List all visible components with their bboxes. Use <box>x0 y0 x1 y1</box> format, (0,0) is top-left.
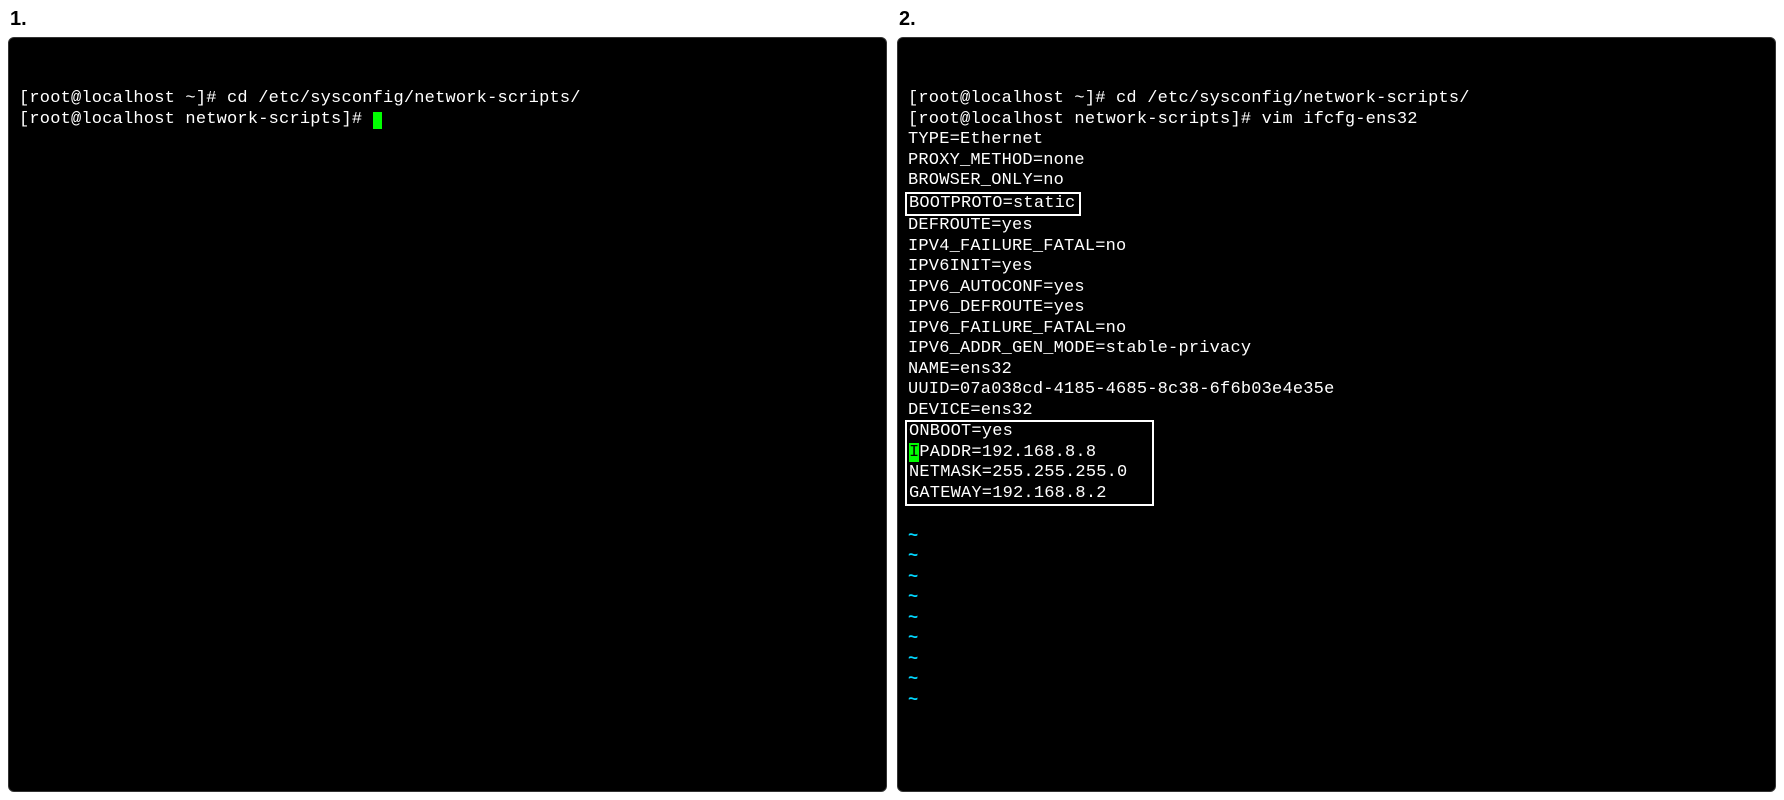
vim-empty-line: ~ <box>908 547 1765 568</box>
panel-2: 2. [root@localhost ~]# cd /etc/sysconfig… <box>897 8 1776 792</box>
terminal-2[interactable]: [root@localhost ~]# cd /etc/sysconfig/ne… <box>897 37 1776 792</box>
config-ipaddr-rest: PADDR=192.168.8.8 <box>919 443 1148 462</box>
config-ipv6-defroute: IPV6_DEFROUTE=yes <box>908 298 1765 319</box>
config-ipv6init: IPV6INIT=yes <box>908 257 1765 278</box>
cursor-icon <box>373 112 382 129</box>
config-bootproto-boxed: BOOTPROTO=static <box>908 192 1765 217</box>
config-defroute: DEFROUTE=yes <box>908 216 1765 237</box>
vim-empty-line: ~ <box>908 629 1765 650</box>
highlight-box-group: ONBOOT=yes IPADDR=192.168.8.8 NETMASK=25… <box>905 420 1154 506</box>
config-gateway: GATEWAY=192.168.8.2 <box>909 484 1148 505</box>
config-ipv6-failure-fatal: IPV6_FAILURE_FATAL=no <box>908 319 1765 340</box>
vim-empty-line: ~ <box>908 588 1765 609</box>
config-ipaddr: IPADDR=192.168.8.8 <box>909 443 1148 464</box>
config-ipv4-failure-fatal: IPV4_FAILURE_FATAL=no <box>908 237 1765 258</box>
config-netmask: NETMASK=255.255.255.0 <box>909 463 1148 484</box>
config-name: NAME=ens32 <box>908 360 1765 381</box>
config-onboot: ONBOOT=yes <box>909 422 1148 443</box>
panel-1: 1. [root@localhost ~]# cd /etc/sysconfig… <box>8 8 887 792</box>
vim-empty-line: ~ <box>908 609 1765 630</box>
config-ipv6-addr-gen-mode: IPV6_ADDR_GEN_MODE=stable-privacy <box>908 339 1765 360</box>
blank-line <box>908 506 1765 527</box>
config-device: DEVICE=ens32 <box>908 401 1765 422</box>
panel-1-label: 1. <box>8 8 887 31</box>
config-type: TYPE=Ethernet <box>908 130 1765 151</box>
prompt-vim-command: [root@localhost network-scripts]# vim if… <box>908 110 1418 129</box>
config-ipv6-autoconf: IPV6_AUTOCONF=yes <box>908 278 1765 299</box>
highlight-box: BOOTPROTO=static <box>905 192 1081 217</box>
terminal-1[interactable]: [root@localhost ~]# cd /etc/sysconfig/ne… <box>8 37 887 792</box>
vim-empty-line: ~ <box>908 670 1765 691</box>
prompt-cd-command: [root@localhost ~]# cd /etc/sysconfig/ne… <box>908 89 1470 108</box>
vim-empty-line: ~ <box>908 650 1765 671</box>
terminal-line: [root@localhost network-scripts]# <box>19 110 876 131</box>
prompt-ready: [root@localhost network-scripts]# <box>19 110 373 129</box>
vim-cursor-icon: I <box>909 443 919 462</box>
prompt-cd-command: [root@localhost ~]# cd /etc/sysconfig/ne… <box>19 89 581 108</box>
terminal-line: [root@localhost network-scripts]# vim if… <box>908 110 1765 131</box>
terminal-line: [root@localhost ~]# cd /etc/sysconfig/ne… <box>908 89 1765 110</box>
config-uuid: UUID=07a038cd-4185-4685-8c38-6f6b03e4e35… <box>908 380 1765 401</box>
config-browser-only: BROWSER_ONLY=no <box>908 171 1765 192</box>
panel-2-label: 2. <box>897 8 1776 31</box>
config-bootproto: BOOTPROTO=static <box>909 194 1075 213</box>
config-proxy-method: PROXY_METHOD=none <box>908 151 1765 172</box>
terminal-line: [root@localhost ~]# cd /etc/sysconfig/ne… <box>19 89 876 110</box>
vim-empty-line: ~ <box>908 568 1765 589</box>
vim-empty-line: ~ <box>908 691 1765 712</box>
vim-empty-line: ~ <box>908 527 1765 548</box>
